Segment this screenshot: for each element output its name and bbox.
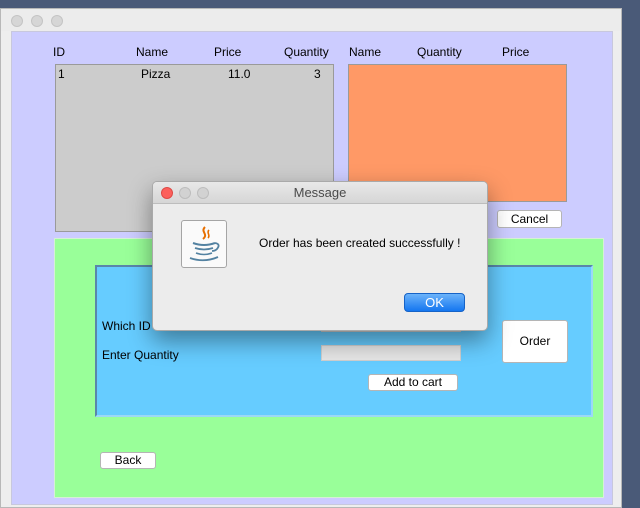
header-quantity: Quantity xyxy=(284,45,329,59)
window-zoom-button[interactable] xyxy=(51,15,63,27)
dialog-titlebar: Message xyxy=(153,182,487,204)
enter-quantity-label: Enter Quantity xyxy=(102,348,179,362)
cancel-button[interactable]: Cancel xyxy=(497,210,562,228)
table-row[interactable]: 1 Pizza 11.0 3 xyxy=(56,65,333,83)
back-button[interactable]: Back xyxy=(100,452,156,469)
dialog-title: Message xyxy=(293,185,347,200)
cart-header-quantity: Quantity xyxy=(417,45,462,59)
cart-header-price: Price xyxy=(502,45,530,59)
header-name: Name xyxy=(136,45,169,59)
window-titlebar xyxy=(1,9,621,31)
dialog-message: Order has been created successfully ! xyxy=(259,236,461,250)
cart-header-name: Name xyxy=(349,45,382,59)
order-button[interactable]: Order xyxy=(502,320,568,363)
add-to-cart-button[interactable]: Add to cart xyxy=(368,374,458,391)
header-price: Price xyxy=(214,45,242,59)
row-price: 11.0 xyxy=(228,67,251,81)
window-minimize-button[interactable] xyxy=(31,15,43,27)
window-close-button[interactable] xyxy=(11,15,23,27)
which-id-label: Which ID xyxy=(102,319,151,333)
java-icon xyxy=(181,220,227,268)
row-id: 1 xyxy=(58,67,65,81)
row-name: Pizza xyxy=(141,67,171,81)
quantity-field[interactable] xyxy=(321,345,461,361)
row-quantity: 3 xyxy=(314,67,321,81)
message-dialog: Message Order has been created successfu… xyxy=(152,181,488,331)
ok-button[interactable]: OK xyxy=(404,293,465,312)
header-id: ID xyxy=(53,45,65,59)
